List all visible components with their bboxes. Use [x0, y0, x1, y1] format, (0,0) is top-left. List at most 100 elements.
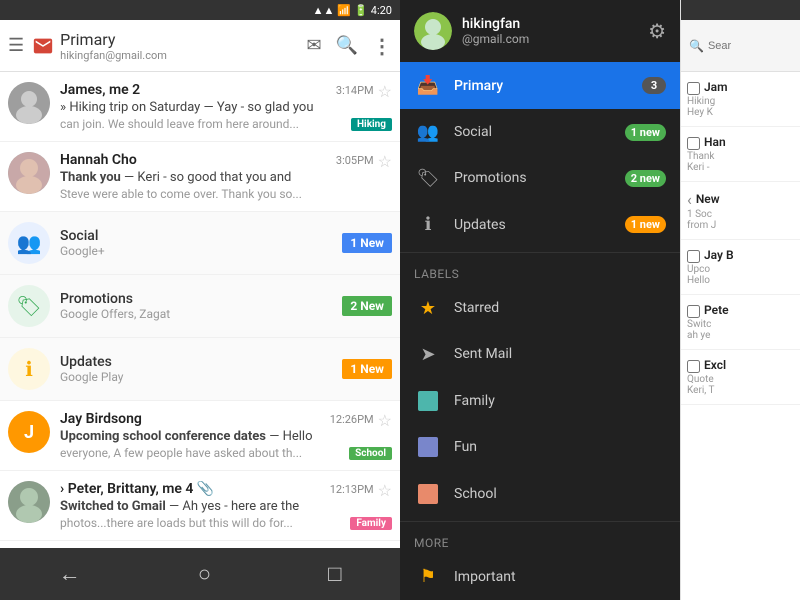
checkbox-han[interactable] — [687, 137, 700, 150]
recent-button[interactable]: □ — [328, 561, 341, 587]
right-item-new[interactable]: ‹ New 1 Soc from J — [681, 182, 800, 240]
divider-1 — [400, 252, 680, 253]
drawer-username: hikingfan — [462, 16, 638, 32]
star-icon-hannah[interactable]: ☆ — [378, 152, 392, 171]
right-item-han[interactable]: Han Thank Keri - — [681, 127, 800, 182]
email-sender-jay: Jay Birdsong — [60, 411, 142, 427]
star-icon-james[interactable]: ☆ — [378, 82, 392, 101]
social-category-text: Social Google+ — [60, 228, 342, 258]
email-item-jay[interactable]: J Jay Birdsong 12:26PM Upcoming school c… — [0, 401, 400, 471]
email-time-peter: 12:13PM — [330, 483, 374, 496]
email-item-exclusive[interactable]: E Exclusive Electricals 📎 11:21AM Quote … — [0, 541, 400, 548]
tag-family: Family — [350, 517, 392, 530]
category-item-social[interactable]: 👥 Social Google+ 1 New — [0, 212, 400, 275]
email-subject-peter: Switched to Gmail — Ah yes - here are th… — [60, 499, 374, 514]
checkbox-excl[interactable] — [687, 360, 700, 373]
back-button[interactable]: ← — [59, 561, 81, 587]
tag-hiking: Hiking — [351, 118, 392, 131]
drawer-item-sent[interactable]: ➤ Sent Mail — [400, 331, 680, 377]
search-icon[interactable]: 🔍 — [336, 35, 358, 56]
tag-school: School — [349, 447, 392, 460]
time: 4:20 — [371, 4, 392, 17]
school-label-icon — [414, 484, 442, 504]
drawer-item-important[interactable]: ⚑ Important — [400, 554, 680, 600]
promotions-category-text: Promotions Google Offers, Zagat — [60, 291, 342, 321]
checkbox-jam[interactable] — [687, 82, 700, 95]
drawer-item-fun[interactable]: Fun — [400, 424, 680, 470]
drawer-user-info: hikingfan @gmail.com — [462, 16, 638, 46]
menu-icon[interactable]: ☰ — [8, 35, 24, 56]
drawer-fun-label: Fun — [454, 439, 666, 455]
drawer-promotions-label: Promotions — [454, 170, 625, 186]
right-search-input[interactable] — [708, 40, 792, 52]
checkbox-pete[interactable] — [687, 305, 700, 318]
right-text-han: Thank — [687, 151, 794, 162]
drawer-item-starred[interactable]: ★ Starred — [400, 285, 680, 331]
right-item-excl[interactable]: Excl Quote Keri, T — [681, 350, 800, 405]
email-time-james: 3:14PM — [336, 84, 374, 97]
avatar-jay: J — [8, 411, 50, 453]
settings-icon[interactable]: ⚙ — [648, 19, 666, 43]
drawer-item-school[interactable]: School — [400, 470, 680, 516]
social-drawer-badge: 1 new — [625, 124, 666, 141]
email-body-peter: photos...there are loads but this will d… — [60, 516, 374, 530]
promotions-category-sub: Google Offers, Zagat — [60, 307, 342, 321]
right-text2-jay: Hello — [687, 275, 794, 286]
drawer-header: hikingfan @gmail.com ⚙ — [400, 0, 680, 62]
right-text2-excl: Keri, T — [687, 385, 794, 396]
right-name-jam: Jam — [704, 80, 728, 94]
social-category-icon: 👥 — [8, 222, 50, 264]
email-content-hannah: Hannah Cho 3:05PM Thank you — Keri - so … — [60, 152, 374, 201]
avatar-james — [8, 82, 50, 124]
category-item-updates[interactable]: ℹ Updates Google Play 1 New — [0, 338, 400, 401]
chevron-left-icon: ‹ — [687, 190, 692, 209]
right-item-jay[interactable]: Jay B Upco Hello — [681, 240, 800, 295]
toolbar-actions: ✉ 🔍 ⋮ — [306, 34, 392, 58]
drawer-item-primary[interactable]: 📥 Primary 3 — [400, 62, 680, 108]
updates-category-name: Updates — [60, 354, 342, 370]
email-item-james[interactable]: James, me 2 3:14PM » Hiking trip on Satu… — [0, 72, 400, 142]
right-search-bar[interactable]: 🔍 — [681, 20, 800, 72]
drawer-item-family[interactable]: Family — [400, 378, 680, 424]
navigation-drawer: hikingfan @gmail.com ⚙ 📥 Primary 3 👥 Soc… — [400, 0, 680, 600]
more-options-icon[interactable]: ⋮ — [372, 34, 392, 58]
status-icons: ▲▲ 📶 🔋 4:20 — [313, 4, 392, 17]
drawer-avatar — [414, 12, 452, 50]
compose-icon[interactable]: ✉ — [306, 35, 321, 56]
checkbox-jay[interactable] — [687, 250, 700, 263]
drawer-item-social[interactable]: 👥 Social 1 new — [400, 109, 680, 155]
toolbar-title: Primary — [60, 30, 306, 49]
email-subject-james: » Hiking trip on Saturday — Yay - so gla… — [60, 100, 374, 115]
signal-icon: ▲▲ — [313, 4, 335, 17]
email-content-jay: Jay Birdsong 12:26PM Upcoming school con… — [60, 411, 374, 460]
promotions-category-icon: 🏷 — [8, 285, 50, 327]
avatar-hannah — [8, 152, 50, 194]
right-item-pete[interactable]: Pete Switc ah ye — [681, 295, 800, 350]
drawer-primary-label: Primary — [454, 78, 642, 94]
drawer-email: @gmail.com — [462, 32, 638, 46]
right-text-jam: Hiking — [687, 96, 794, 107]
drawer-school-label: School — [454, 486, 666, 502]
right-name-new: New — [696, 192, 720, 206]
updates-icon: ℹ — [414, 214, 442, 235]
updates-category-sub: Google Play — [60, 370, 342, 384]
right-text-jay: Upco — [687, 264, 794, 275]
email-item-peter[interactable]: › Peter, Brittany, me 4 📎 12:13PM Switch… — [0, 471, 400, 541]
drawer-item-promotions[interactable]: 🏷 Promotions 2 new — [400, 155, 680, 201]
star-icon-jay[interactable]: ☆ — [378, 411, 392, 430]
star-icon-peter[interactable]: ☆ — [378, 481, 392, 500]
gmail-logo — [32, 35, 54, 57]
right-item-jam[interactable]: Jam Hiking Hey K — [681, 72, 800, 127]
updates-category-text: Updates Google Play — [60, 354, 342, 384]
email-item-hannah[interactable]: Hannah Cho 3:05PM Thank you — Keri - so … — [0, 142, 400, 212]
drawer-item-updates[interactable]: ℹ Updates 1 new — [400, 202, 680, 248]
drawer-sent-label: Sent Mail — [454, 346, 666, 362]
category-item-promotions[interactable]: 🏷 Promotions Google Offers, Zagat 2 New — [0, 275, 400, 338]
fun-label-icon — [414, 437, 442, 457]
home-button[interactable]: ○ — [198, 561, 211, 587]
email-body-hannah: Steve were able to come over. Thank you … — [60, 187, 374, 201]
updates-category-icon: ℹ — [8, 348, 50, 390]
promotions-new-badge: 2 New — [342, 296, 392, 316]
right-status-bar — [681, 0, 800, 20]
bottom-nav: ← ○ □ — [0, 548, 400, 600]
